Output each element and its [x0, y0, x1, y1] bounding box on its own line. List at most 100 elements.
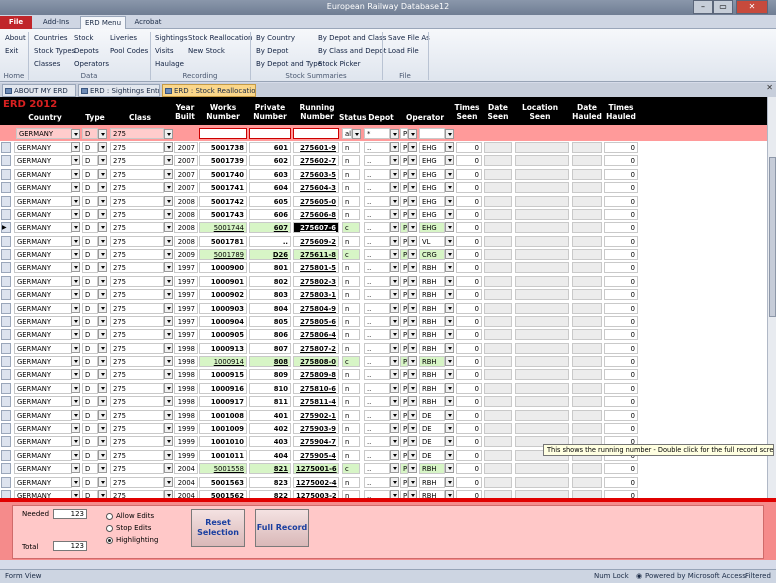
record-selector[interactable] [1, 249, 11, 261]
ribbon-pool-codes[interactable]: Pool Codes [110, 47, 148, 55]
cell-date-seen[interactable] [484, 289, 512, 301]
cell-location-seen[interactable] [515, 222, 569, 234]
cell-operator-code[interactable]: P [400, 356, 408, 368]
reset-selection-button[interactable]: Reset Selection [191, 509, 245, 547]
cell-works-number[interactable]: 5001739 [199, 155, 247, 167]
chevron-down-icon[interactable] [98, 476, 107, 487]
chevron-down-icon[interactable] [71, 208, 80, 219]
cell-running-number[interactable]: 275902-1 [293, 409, 339, 421]
cell-class[interactable]: 275 [110, 409, 164, 421]
chevron-down-icon[interactable] [71, 422, 80, 433]
chevron-down-icon[interactable] [408, 129, 417, 139]
cell-works-number[interactable]: 5001781 [199, 235, 247, 247]
cell-works-number[interactable]: 1000915 [199, 369, 247, 381]
cell-location-seen[interactable] [515, 396, 569, 408]
cell-running-number[interactable]: 275808-0 [293, 356, 339, 368]
cell-type[interactable]: D [82, 262, 98, 274]
table-row[interactable]: GERMANY D 275 2004 5001562 822 1275003-2 n.. P RB… [0, 489, 767, 498]
table-row[interactable]: GERMANY D 275 1998 1000914 808 275808-0 c.. P RBH… [0, 355, 767, 368]
cell-class[interactable]: 275 [110, 449, 164, 461]
cell-depot[interactable]: .. [364, 382, 390, 394]
cell-operator-code[interactable]: P [400, 222, 408, 234]
cell-status[interactable]: n [342, 142, 360, 153]
cell-depot[interactable]: .. [364, 436, 390, 448]
cell-depot[interactable]: .. [364, 168, 390, 180]
cell-status[interactable]: n [342, 315, 360, 327]
cell-operator-code[interactable]: P [400, 436, 408, 448]
maximize-button[interactable]: ▭ [713, 0, 733, 14]
cell-country[interactable]: GERMANY [14, 356, 72, 368]
cell-location-seen[interactable] [515, 315, 569, 327]
cell-works-number[interactable]: 5001558 [199, 463, 247, 475]
record-selector[interactable] [1, 142, 11, 153]
chevron-down-icon[interactable] [408, 369, 417, 380]
ribbon-by-depot-and-class[interactable]: By Depot and Class [318, 34, 386, 42]
ribbon-load-file[interactable]: Load File [388, 47, 419, 55]
cell-date-hauled[interactable] [572, 222, 602, 234]
chevron-down-icon[interactable] [164, 315, 173, 326]
radio-stop-edits[interactable] [106, 525, 113, 532]
cell-running-number[interactable]: 275606-8 [293, 208, 339, 220]
cell-running-number[interactable]: 275603-5 [293, 168, 339, 180]
chevron-down-icon[interactable] [445, 409, 454, 420]
cell-depot[interactable]: .. [364, 356, 390, 368]
cell-depot[interactable]: .. [364, 235, 390, 247]
cell-works-number[interactable]: 5001740 [199, 168, 247, 180]
filter-operator[interactable] [419, 128, 445, 139]
record-selector[interactable] [1, 262, 11, 274]
filter-depot[interactable]: * [364, 128, 390, 139]
chevron-down-icon[interactable] [352, 129, 361, 139]
cell-type[interactable]: D [82, 195, 98, 207]
record-selector[interactable] [1, 275, 11, 287]
cell-operator[interactable]: RBH [419, 315, 445, 327]
cell-date-seen[interactable] [484, 329, 512, 341]
cell-type[interactable]: D [82, 235, 98, 247]
cell-country[interactable]: GERMANY [14, 142, 72, 153]
ribbon-exit[interactable]: Exit [5, 47, 18, 55]
chevron-down-icon[interactable] [164, 155, 173, 166]
cell-class[interactable]: 275 [110, 356, 164, 368]
cell-running-number[interactable]: 275602-7 [293, 155, 339, 167]
chevron-down-icon[interactable] [390, 396, 399, 407]
chevron-down-icon[interactable] [98, 275, 107, 286]
record-selector[interactable] [1, 449, 11, 461]
close-button[interactable]: ✕ [736, 0, 768, 14]
chevron-down-icon[interactable] [164, 182, 173, 193]
filter-type[interactable]: D [82, 128, 98, 139]
cell-depot[interactable]: .. [364, 422, 390, 434]
chevron-down-icon[interactable] [445, 436, 454, 447]
cell-type[interactable]: D [82, 449, 98, 461]
cell-country[interactable]: GERMANY [14, 262, 72, 274]
chevron-down-icon[interactable] [164, 289, 173, 300]
table-row[interactable]: ▶ GERMANY D 275 2008 5001744 607 275607-6 c.. P EH… [0, 221, 767, 234]
chevron-down-icon[interactable] [408, 409, 417, 420]
chevron-down-icon[interactable] [390, 155, 399, 166]
cell-date-hauled[interactable] [572, 155, 602, 167]
chevron-down-icon[interactable] [164, 129, 173, 139]
cell-class[interactable]: 275 [110, 142, 164, 153]
chevron-down-icon[interactable] [164, 222, 173, 233]
cell-depot[interactable]: .. [364, 489, 390, 498]
chevron-down-icon[interactable] [445, 275, 454, 286]
cell-works-number[interactable]: 1000904 [199, 315, 247, 327]
chevron-down-icon[interactable] [98, 463, 107, 474]
cell-date-hauled[interactable] [572, 275, 602, 287]
cell-operator[interactable]: EHG [419, 168, 445, 180]
chevron-down-icon[interactable] [390, 476, 399, 487]
ribbon-classes[interactable]: Classes [34, 60, 60, 68]
cell-country[interactable]: GERMANY [14, 449, 72, 461]
cell-operator-code[interactable]: P [400, 195, 408, 207]
chevron-down-icon[interactable] [98, 369, 107, 380]
cell-location-seen[interactable] [515, 235, 569, 247]
chevron-down-icon[interactable] [408, 436, 417, 447]
cell-depot[interactable]: .. [364, 329, 390, 341]
chevron-down-icon[interactable] [390, 409, 399, 420]
cell-type[interactable]: D [82, 155, 98, 167]
chevron-down-icon[interactable] [390, 463, 399, 474]
table-row[interactable]: GERMANY D 275 1998 1000915 809 275809-8 n.. P RBH… [0, 368, 767, 381]
cell-operator[interactable]: EHG [419, 222, 445, 234]
cell-works-number[interactable]: 1001011 [199, 449, 247, 461]
cell-class[interactable]: 275 [110, 396, 164, 408]
chevron-down-icon[interactable] [71, 396, 80, 407]
cell-operator[interactable]: DE [419, 409, 445, 421]
